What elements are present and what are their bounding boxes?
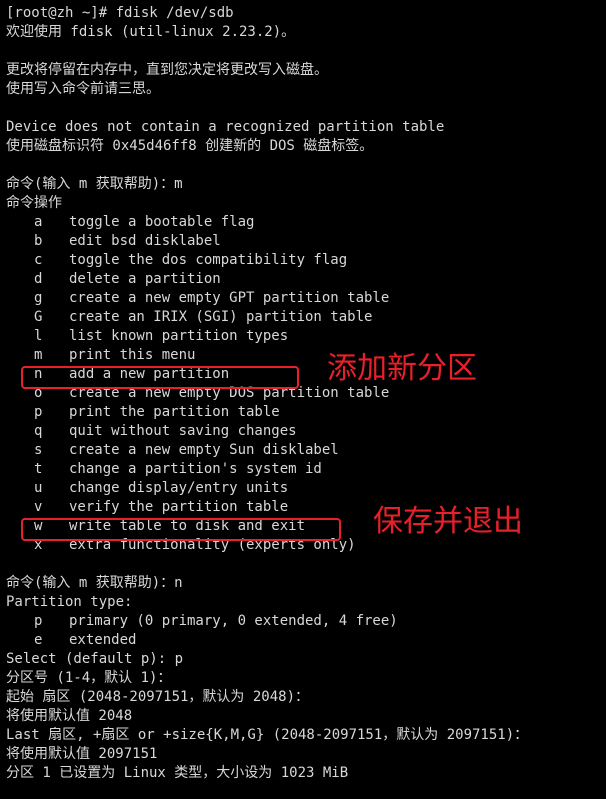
terminal-line: 使用磁盘标识符 0x45d46ff8 创建新的 DOS 磁盘标签。 xyxy=(6,138,374,154)
terminal-line: 更改将停留在内存中，直到您决定将更改写入磁盘。 xyxy=(6,62,328,78)
menu-option-key: v xyxy=(34,499,43,515)
terminal-after-menu-output: 命令(输入 m 获取帮助)：n Partition type: xyxy=(6,555,606,612)
menu-option-key: p xyxy=(34,404,43,420)
menu-option-description: toggle a bootable flag xyxy=(69,214,255,230)
partition-type-list: p primary (0 primary, 0 extended, 4 free)… xyxy=(6,612,606,650)
menu-option-description: print the partition table xyxy=(69,404,280,420)
terminal-header-output: [root@zh ~]# fdisk /dev/sdb 欢迎使用 fdisk (u… xyxy=(6,4,606,213)
menu-option-key: d xyxy=(34,271,43,287)
terminal-line: 命令(输入 m 获取帮助)：n xyxy=(6,575,183,591)
terminal-line: Partition type: xyxy=(6,594,133,610)
menu-option-description: print this menu xyxy=(69,347,196,363)
add-partition-highlight xyxy=(21,366,299,389)
menu-option-key: q xyxy=(34,423,43,439)
menu-option-description: create a new empty Sun disklabel xyxy=(69,442,339,458)
menu-option-key: a xyxy=(34,214,43,230)
terminal-line: [root@zh ~]# fdisk /dev/sdb xyxy=(6,5,234,21)
menu-option: q quit without saving changes xyxy=(6,422,606,441)
terminal-line: 命令(输入 m 获取帮助)：m xyxy=(6,176,183,192)
menu-option: g create a new empty GPT partition table xyxy=(6,289,606,308)
terminal-line: 分区号 (1-4，默认 1)： xyxy=(6,670,172,686)
menu-option-description: edit bsd disklabel xyxy=(69,233,221,249)
menu-option: u change display/entry units xyxy=(6,479,606,498)
terminal-line: Device does not contain a recognized par… xyxy=(6,119,445,135)
partition-type-option-description: primary (0 primary, 0 extended, 4 free) xyxy=(69,613,398,629)
partition-type-option-key: p xyxy=(34,613,43,629)
menu-option: c toggle the dos compatibility flag xyxy=(6,251,606,270)
menu-option: s create a new empty Sun disklabel xyxy=(6,441,606,460)
terminal-line: 分区 1 已设置为 Linux 类型，大小设为 1023 MiB xyxy=(6,765,349,781)
menu-option-description: quit without saving changes xyxy=(69,423,297,439)
terminal-footer-output: Select (default p): p 分区号 (1-4，默认 1)： 起始 扇… xyxy=(6,650,606,783)
save-exit-annotation: 保存并退出 xyxy=(373,504,523,539)
menu-option-description: create an IRIX (SGI) partition table xyxy=(69,309,373,325)
partition-type-option: p primary (0 primary, 0 extended, 4 free) xyxy=(6,612,606,631)
menu-option-key: s xyxy=(34,442,43,458)
menu-option: b edit bsd disklabel xyxy=(6,232,606,251)
terminal-line: 命令操作 xyxy=(6,195,62,211)
terminal-line: 将使用默认值 2097151 xyxy=(6,746,158,762)
menu-option: l list known partition types xyxy=(6,327,606,346)
terminal-window[interactable]: [root@zh ~]# fdisk /dev/sdb 欢迎使用 fdisk (u… xyxy=(0,0,606,799)
menu-option-key: m xyxy=(34,347,43,363)
terminal-line: 将使用默认值 2048 xyxy=(6,708,133,724)
menu-option-description: toggle the dos compatibility flag xyxy=(69,252,348,268)
menu-option: d delete a partition xyxy=(6,270,606,289)
menu-option-key: t xyxy=(34,461,43,477)
terminal-line: 使用写入命令前请三思。 xyxy=(6,81,160,97)
partition-type-option-description: extended xyxy=(69,632,137,648)
menu-option-description: verify the partition table xyxy=(69,499,289,515)
menu-option-key: g xyxy=(34,290,43,306)
partition-type-option: e extended xyxy=(6,631,606,650)
partition-type-option-key: e xyxy=(34,632,43,648)
menu-option: p print the partition table xyxy=(6,403,606,422)
menu-option-key: u xyxy=(34,480,43,496)
terminal-line: 起始 扇区 (2048-2097151，默认为 2048)： xyxy=(6,689,310,705)
menu-option-description: change display/entry units xyxy=(69,480,289,496)
menu-option: t change a partition's system id xyxy=(6,460,606,479)
menu-option-key: l xyxy=(34,328,43,344)
menu-option: Gcreate an IRIX (SGI) partition table xyxy=(6,308,606,327)
menu-option-description: create a new empty GPT partition table xyxy=(69,290,390,306)
menu-option-description: delete a partition xyxy=(69,271,221,287)
write-exit-highlight xyxy=(21,518,341,541)
menu-option-key: b xyxy=(34,233,43,249)
menu-option-description: change a partition's system id xyxy=(69,461,322,477)
menu-option: m print this menu xyxy=(6,346,606,365)
terminal-line: Last 扇区, +扇区 or +size{K,M,G} (2048-20971… xyxy=(6,727,529,743)
add-partition-annotation: 添加新分区 xyxy=(327,351,477,386)
terminal-line: Select (default p): p xyxy=(6,651,184,667)
menu-option-description: list known partition types xyxy=(69,328,289,344)
terminal-line: 欢迎使用 fdisk (util-linux 2.23.2)。 xyxy=(6,24,296,40)
menu-option-key: c xyxy=(34,252,43,268)
menu-option: a toggle a bootable flag xyxy=(6,213,606,232)
menu-option-key: G xyxy=(34,309,43,325)
